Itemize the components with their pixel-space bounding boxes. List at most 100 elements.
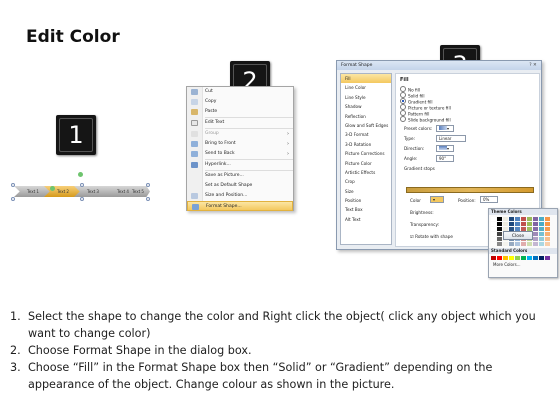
nav-item[interactable]: Shadow bbox=[341, 102, 391, 111]
standard-color-swatch[interactable] bbox=[533, 256, 538, 260]
resize-handle[interactable] bbox=[80, 183, 84, 187]
menu-item-save-picture[interactable]: Save as Picture... bbox=[187, 171, 293, 181]
standard-color-swatch[interactable] bbox=[521, 256, 526, 260]
shape-strip[interactable]: Text 1 Text 2 Text 3 Text 4 Text 5 bbox=[10, 182, 150, 202]
nav-item[interactable]: Artistic Effects bbox=[341, 168, 391, 177]
theme-color-swatch[interactable] bbox=[533, 217, 538, 221]
nav-item[interactable]: Size bbox=[341, 187, 391, 196]
standard-color-swatch[interactable] bbox=[509, 256, 514, 260]
resize-handle[interactable] bbox=[146, 197, 150, 201]
theme-color-swatch[interactable] bbox=[497, 237, 502, 241]
theme-color-swatch[interactable] bbox=[545, 217, 550, 221]
nav-item[interactable]: Crop bbox=[341, 177, 391, 186]
theme-color-swatch[interactable] bbox=[497, 227, 502, 231]
theme-color-swatch[interactable] bbox=[515, 217, 520, 221]
resize-handle[interactable] bbox=[11, 183, 15, 187]
standard-color-swatch[interactable] bbox=[527, 256, 532, 260]
menu-item-paste[interactable]: Paste bbox=[187, 107, 293, 117]
theme-color-swatch[interactable] bbox=[539, 227, 544, 231]
standard-color-swatch[interactable] bbox=[491, 256, 496, 260]
menu-item-edit-text[interactable]: Edit Text bbox=[187, 118, 293, 128]
standard-color-swatch[interactable] bbox=[497, 256, 502, 260]
angle-input[interactable]: 90° bbox=[436, 155, 454, 162]
theme-color-swatch[interactable] bbox=[491, 232, 496, 236]
theme-color-swatch[interactable] bbox=[515, 222, 520, 226]
standard-color-grid[interactable] bbox=[489, 254, 557, 262]
nav-item-fill[interactable]: Fill bbox=[341, 74, 391, 84]
standard-color-swatch[interactable] bbox=[503, 256, 508, 260]
nav-item[interactable]: Line Style bbox=[341, 93, 391, 102]
theme-color-swatch[interactable] bbox=[521, 222, 526, 226]
close-button[interactable]: Close bbox=[503, 231, 533, 240]
menu-item-cut[interactable]: Cut bbox=[187, 87, 293, 97]
theme-color-swatch[interactable] bbox=[545, 232, 550, 236]
theme-color-swatch[interactable] bbox=[497, 242, 502, 246]
resize-handle[interactable] bbox=[11, 197, 15, 201]
theme-color-swatch[interactable] bbox=[497, 232, 502, 236]
theme-color-swatch[interactable] bbox=[545, 237, 550, 241]
theme-color-swatch[interactable] bbox=[503, 217, 508, 221]
theme-color-swatch[interactable] bbox=[509, 242, 514, 246]
theme-color-swatch[interactable] bbox=[527, 217, 532, 221]
radio-slide-background-fill[interactable]: Slide background fill bbox=[400, 116, 451, 124]
theme-color-swatch[interactable] bbox=[527, 242, 532, 246]
nav-item[interactable]: Reflection bbox=[341, 112, 391, 121]
theme-color-swatch[interactable] bbox=[509, 222, 514, 226]
standard-color-swatch[interactable] bbox=[515, 256, 520, 260]
theme-color-swatch[interactable] bbox=[497, 217, 502, 221]
standard-color-swatch[interactable] bbox=[545, 256, 550, 260]
nav-item[interactable]: Picture Color bbox=[341, 159, 391, 168]
position-input[interactable]: 0% bbox=[480, 196, 498, 203]
theme-color-swatch[interactable] bbox=[515, 242, 520, 246]
nav-item[interactable]: 3-D Format bbox=[341, 130, 391, 139]
type-dropdown[interactable]: Linear bbox=[436, 135, 466, 142]
menu-item-copy[interactable]: Copy bbox=[187, 97, 293, 107]
theme-color-swatch[interactable] bbox=[545, 242, 550, 246]
theme-color-swatch[interactable] bbox=[539, 232, 544, 236]
theme-color-swatch[interactable] bbox=[497, 222, 502, 226]
resize-handle[interactable] bbox=[146, 183, 150, 187]
theme-color-swatch[interactable] bbox=[539, 242, 544, 246]
theme-color-swatch[interactable] bbox=[539, 217, 544, 221]
menu-item-bring-to-front[interactable]: Bring to Front › bbox=[187, 139, 293, 149]
nav-item[interactable]: Glow and Soft Edges bbox=[341, 121, 391, 130]
menu-item-send-to-back[interactable]: Send to Back › bbox=[187, 149, 293, 159]
menu-item-size-position[interactable]: Size and Position... bbox=[187, 191, 293, 201]
theme-color-swatch[interactable] bbox=[503, 242, 508, 246]
theme-color-swatch[interactable] bbox=[491, 227, 496, 231]
nav-item[interactable]: Text Box bbox=[341, 205, 391, 214]
preset-colors-dropdown[interactable]: ▾ bbox=[436, 125, 454, 132]
theme-color-swatch[interactable] bbox=[491, 237, 496, 241]
shape-arrow[interactable]: Text 5 bbox=[126, 186, 150, 197]
dialog-help-close-icons[interactable]: ? ✕ bbox=[527, 62, 539, 69]
menu-item-hyperlink[interactable]: Hyperlink... bbox=[187, 160, 293, 170]
theme-color-swatch[interactable] bbox=[545, 227, 550, 231]
rotate-with-shape-checkbox[interactable]: ☑ Rotate with shape bbox=[410, 234, 453, 239]
nav-item[interactable]: Position bbox=[341, 196, 391, 205]
more-colors-link[interactable]: More Colors... bbox=[489, 262, 557, 267]
theme-color-swatch[interactable] bbox=[521, 242, 526, 246]
color-picker-button[interactable]: ▾ bbox=[430, 196, 444, 203]
theme-color-swatch[interactable] bbox=[521, 217, 526, 221]
theme-color-swatch[interactable] bbox=[491, 242, 496, 246]
theme-color-swatch[interactable] bbox=[509, 217, 514, 221]
rotate-handle[interactable] bbox=[78, 172, 83, 177]
gradient-stops-bar[interactable] bbox=[406, 187, 534, 193]
resize-handle[interactable] bbox=[80, 197, 84, 201]
theme-color-swatch[interactable] bbox=[533, 227, 538, 231]
theme-color-swatch[interactable] bbox=[533, 222, 538, 226]
theme-color-swatch[interactable] bbox=[491, 217, 496, 221]
theme-color-swatch[interactable] bbox=[545, 222, 550, 226]
theme-color-swatch[interactable] bbox=[527, 222, 532, 226]
direction-dropdown[interactable]: ▾ bbox=[436, 145, 454, 152]
nav-item[interactable]: 3-D Rotation bbox=[341, 140, 391, 149]
theme-color-swatch[interactable] bbox=[503, 222, 508, 226]
menu-item-set-default-shape[interactable]: Set as Default Shape bbox=[187, 181, 293, 191]
adjust-handle[interactable] bbox=[50, 186, 55, 191]
theme-color-swatch[interactable] bbox=[533, 232, 538, 236]
theme-color-swatch[interactable] bbox=[533, 237, 538, 241]
standard-color-swatch[interactable] bbox=[539, 256, 544, 260]
nav-item[interactable]: Picture Corrections bbox=[341, 149, 391, 158]
theme-color-swatch[interactable] bbox=[491, 222, 496, 226]
theme-color-swatch[interactable] bbox=[533, 242, 538, 246]
